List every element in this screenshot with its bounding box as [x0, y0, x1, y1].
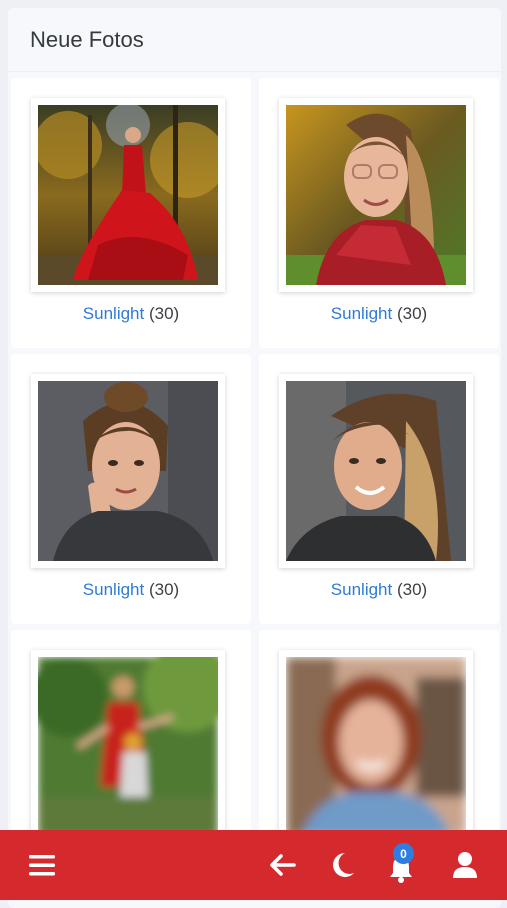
photo-count: (30): [148, 580, 180, 599]
bottom-navigation-bar: 0: [0, 830, 507, 900]
photo-card[interactable]: Sunlight (30): [259, 354, 499, 624]
album-link[interactable]: Sunlight: [83, 580, 144, 599]
photo-count: (30): [396, 304, 428, 323]
photo-frame: [279, 650, 473, 844]
photo-caption: Sunlight (30): [259, 304, 499, 324]
notification-count-badge: 0: [393, 843, 414, 864]
photo-thumbnail[interactable]: [38, 105, 218, 285]
page-title: Neue Fotos: [8, 8, 501, 72]
photo-frame: [31, 650, 225, 844]
photo-thumbnail[interactable]: [286, 105, 466, 285]
photo-thumbnail[interactable]: [38, 381, 218, 561]
photo-count: (30): [148, 304, 180, 323]
photo-caption: Sunlight (30): [11, 304, 251, 324]
photo-frame: [31, 98, 225, 292]
arrow-left-icon: [270, 854, 296, 876]
photo-card[interactable]: Sunlight (30): [11, 354, 251, 624]
album-link[interactable]: Sunlight: [331, 580, 392, 599]
photo-frame: [279, 98, 473, 292]
photo-count: (30): [396, 580, 428, 599]
profile-button[interactable]: [440, 830, 490, 900]
dark-mode-toggle[interactable]: [317, 830, 367, 900]
new-photos-panel: Neue Fotos Sunlight (30) Sunlight (30) S…: [8, 8, 501, 908]
notifications-button[interactable]: 0: [376, 830, 426, 900]
photo-caption: Sunlight (30): [259, 580, 499, 600]
menu-button[interactable]: [17, 830, 67, 900]
photo-thumbnail-blurred[interactable]: [286, 657, 466, 837]
photo-card[interactable]: Sunlight (30): [259, 78, 499, 348]
photo-thumbnail[interactable]: [286, 381, 466, 561]
photo-caption: Sunlight (30): [11, 580, 251, 600]
album-link[interactable]: Sunlight: [331, 304, 392, 323]
back-button[interactable]: [257, 830, 307, 900]
photo-frame: [31, 374, 225, 568]
photo-thumbnail-blurred[interactable]: [38, 657, 218, 837]
user-icon: [453, 852, 477, 878]
hamburger-menu-icon: [29, 855, 55, 876]
album-link[interactable]: Sunlight: [83, 304, 144, 323]
photo-card[interactable]: Sunlight (30): [11, 78, 251, 348]
photo-frame: [279, 374, 473, 568]
moon-icon: [333, 853, 354, 877]
